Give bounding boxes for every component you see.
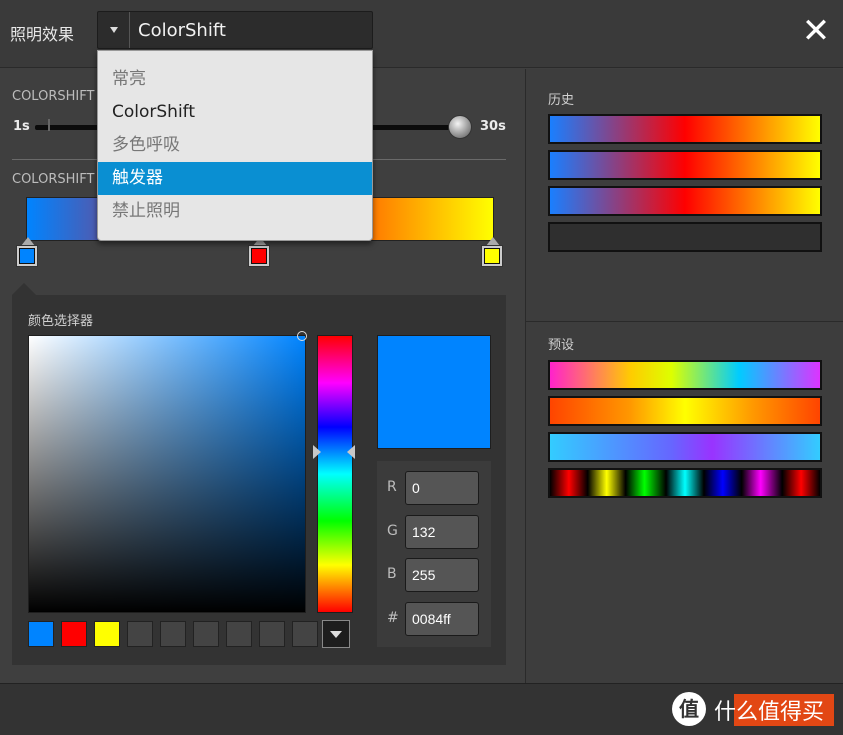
blue-row: B 255 (377, 558, 491, 592)
red-label: R (387, 479, 397, 495)
hue-pointer-right-icon[interactable] (347, 445, 355, 459)
lighting-effect-dropdown-list: 常亮 ColorShift 多色呼吸 触发器 禁止照明 (97, 50, 373, 241)
stop-box (248, 245, 270, 267)
green-row: G 132 (377, 515, 491, 549)
saved-color-swatch[interactable] (127, 621, 153, 647)
sv-cursor-icon[interactable] (297, 331, 307, 341)
lighting-effect-select[interactable]: ColorShift (97, 11, 373, 49)
history-item[interactable] (548, 186, 822, 216)
stop-color-swatch (484, 248, 500, 264)
green-input[interactable]: 132 (405, 515, 479, 549)
bottom-bar: 值 什么值得买 (0, 683, 843, 735)
watermark-text: 什么值得买 (714, 700, 825, 725)
right-panel: 历史 预设 (525, 69, 843, 683)
saved-color-swatch[interactable] (61, 621, 87, 647)
saved-color-swatch[interactable] (292, 621, 318, 647)
chevron-down-icon (109, 27, 118, 33)
dropdown-option-trigger[interactable]: 触发器 (98, 162, 372, 195)
lighting-effect-label: 照明效果 (10, 25, 75, 44)
stop-color-swatch (251, 248, 267, 264)
gradient-stop-3[interactable] (481, 237, 505, 269)
presets-label: 预设 (548, 338, 575, 353)
green-label: G (387, 523, 398, 539)
saved-color-swatch[interactable] (259, 621, 285, 647)
hex-input[interactable]: 0084ff (405, 602, 479, 636)
red-row: R 0 (377, 471, 491, 505)
dropdown-option-multicolor-breathing[interactable]: 多色呼吸 (98, 129, 372, 162)
right-panel-divider (526, 321, 843, 322)
speed-slider-tick (48, 119, 50, 131)
speed-max-label: 30s (480, 119, 506, 134)
gradient-stop-2[interactable] (248, 237, 272, 269)
dropdown-arrow[interactable] (98, 12, 130, 48)
gradient-section-label: COLORSHIFT (12, 172, 95, 187)
blue-label: B (387, 566, 397, 582)
dropdown-option-colorshift[interactable]: ColorShift (98, 96, 372, 129)
hue-slider[interactable] (317, 335, 353, 613)
color-picker-panel: 颜色选择器 R 0 G 132 B 255 # 0084ff (12, 295, 506, 665)
gradient-stop-1[interactable] (16, 237, 40, 269)
saved-color-swatch[interactable] (193, 621, 219, 647)
stop-box (481, 245, 503, 267)
dropdown-option-lighting-off[interactable]: 禁止照明 (98, 195, 372, 228)
saved-color-swatch[interactable] (28, 621, 54, 647)
preset-item[interactable] (548, 396, 822, 426)
saved-color-swatch[interactable] (160, 621, 186, 647)
color-preview (377, 335, 491, 449)
chevron-down-icon (330, 630, 342, 638)
history-label: 历史 (548, 93, 575, 108)
red-input[interactable]: 0 (405, 471, 479, 505)
lighting-effect-value: ColorShift (138, 20, 226, 41)
preset-item[interactable] (548, 468, 822, 498)
color-picker-title: 颜色选择器 (28, 314, 94, 329)
picker-pointer (12, 283, 36, 295)
speed-section-label: COLORSHIFT (12, 89, 95, 104)
stop-color-swatch (19, 248, 35, 264)
watermark-logo: 值 (672, 692, 706, 726)
blue-input[interactable]: 255 (405, 558, 479, 592)
stop-box (16, 245, 38, 267)
dropdown-option-steady[interactable]: 常亮 (98, 63, 372, 96)
preset-item[interactable] (548, 360, 822, 390)
color-value-fields: R 0 G 132 B 255 # 0084ff (377, 461, 491, 647)
saved-color-swatch[interactable] (94, 621, 120, 647)
history-item[interactable] (548, 114, 822, 144)
history-item[interactable] (548, 150, 822, 180)
close-button[interactable]: ✕ (800, 14, 832, 48)
preset-item[interactable] (548, 432, 822, 462)
saved-color-swatch[interactable] (226, 621, 252, 647)
history-item-empty[interactable] (548, 222, 822, 252)
more-swatches-button[interactable] (322, 620, 350, 648)
saturation-value-square[interactable] (28, 335, 306, 613)
hex-label: # (387, 610, 399, 626)
speed-min-label: 1s (13, 119, 30, 134)
hue-pointer-left-icon[interactable] (313, 445, 321, 459)
hex-row: # 0084ff (377, 602, 491, 636)
speed-slider-knob[interactable] (448, 115, 472, 139)
